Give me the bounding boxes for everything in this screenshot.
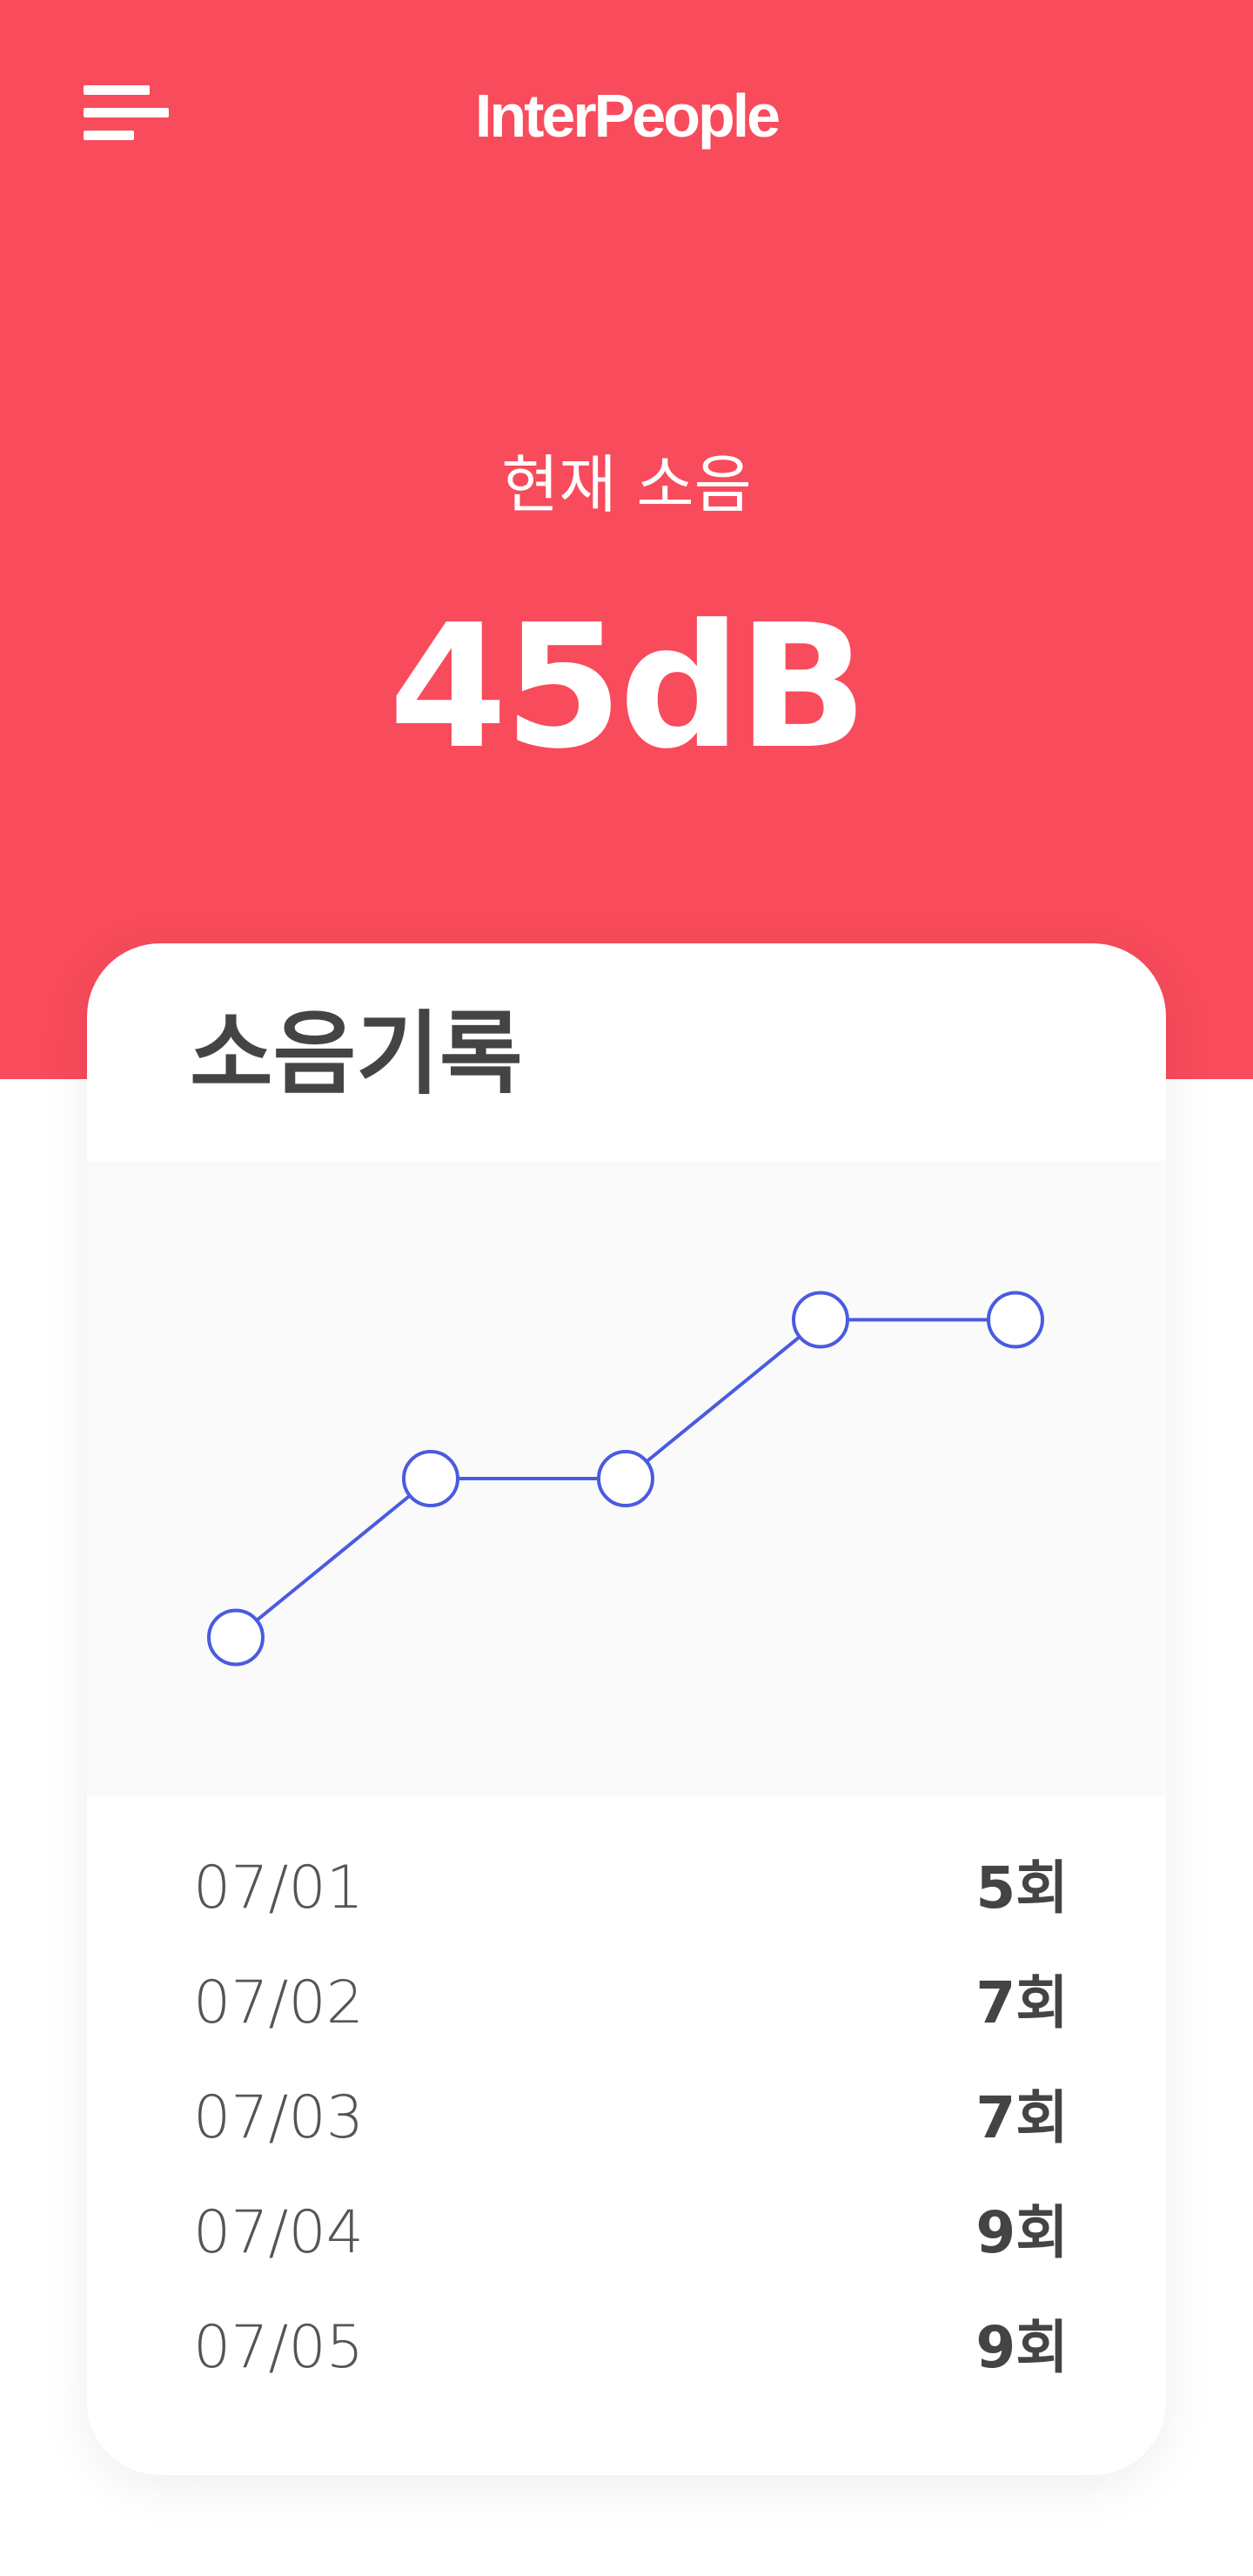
record-date: 07/04 — [193, 2198, 364, 2267]
record-date: 07/05 — [193, 2313, 364, 2382]
record-row: 07/04 9회 — [87, 2176, 1166, 2291]
noise-line-chart — [207, 1291, 1044, 1667]
current-noise-label: 현재 소음 — [501, 448, 752, 521]
hero-banner: InterPeople 현재 소음 45dB — [0, 0, 1253, 1079]
current-noise-value: 45dB — [388, 588, 868, 787]
chart-point — [597, 1450, 654, 1507]
record-row: 07/02 7회 — [87, 1946, 1166, 2061]
card-title: 소음기록 — [190, 1001, 523, 1107]
record-count: 7회 — [975, 2084, 1069, 2151]
chart-line-segment — [624, 1318, 822, 1480]
noise-record-card: 소음기록 07/01 5회 07/02 7회 07/03 7회 07/04 9회… — [87, 943, 1166, 2475]
chart-line-segment — [234, 1477, 432, 1640]
chart-point — [402, 1450, 459, 1507]
noise-chart — [87, 1161, 1166, 1796]
record-date: 07/02 — [193, 1969, 364, 2037]
record-date: 07/03 — [193, 2083, 364, 2152]
record-row: 07/01 5회 — [87, 1831, 1166, 1946]
record-count: 9회 — [975, 2199, 1069, 2266]
app-title: InterPeople — [474, 82, 781, 150]
record-date: 07/01 — [193, 1854, 364, 1922]
chart-point — [207, 1608, 265, 1667]
record-count: 9회 — [975, 2314, 1069, 2381]
record-row: 07/03 7회 — [87, 2061, 1166, 2176]
record-count: 7회 — [975, 1969, 1069, 2036]
record-row: 07/05 9회 — [87, 2291, 1166, 2405]
chart-point — [987, 1291, 1044, 1349]
record-count: 5회 — [975, 1855, 1069, 1922]
chart-point — [792, 1291, 849, 1349]
